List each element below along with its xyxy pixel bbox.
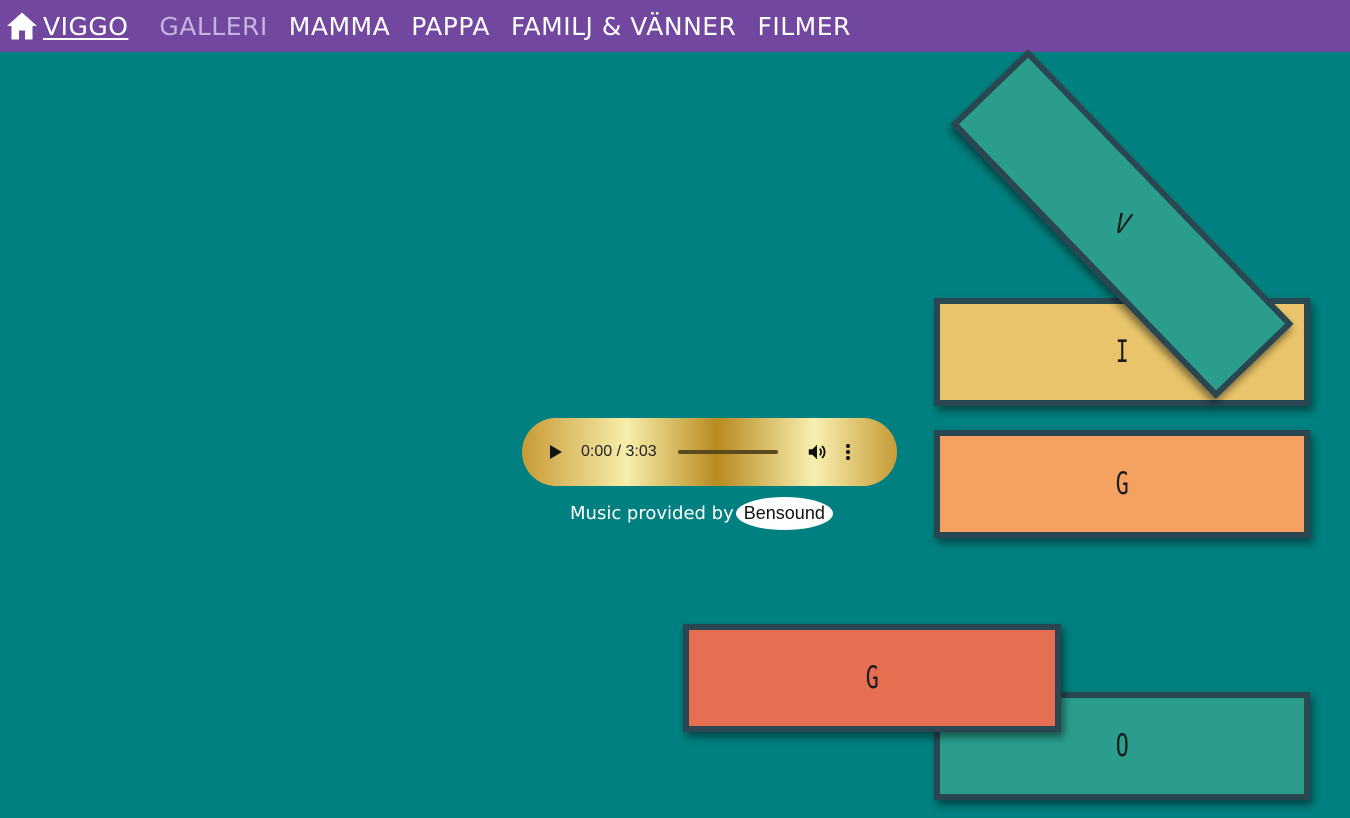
letter-o: O xyxy=(1115,728,1129,764)
volume-icon[interactable] xyxy=(806,441,828,463)
nav-item-mamma[interactable]: MAMMA xyxy=(289,12,390,41)
letter-block-g-lower[interactable]: G xyxy=(683,624,1061,732)
letter-v: V xyxy=(1107,207,1137,241)
play-icon[interactable] xyxy=(550,445,562,459)
letter-g: G xyxy=(1115,466,1129,502)
music-credit: Music provided by Bensound xyxy=(570,497,833,530)
home-link[interactable] xyxy=(4,8,40,44)
letter-block-g-upper[interactable]: G xyxy=(934,430,1310,538)
top-navbar: VIGGO GALLERI MAMMA PAPPA FAMILJ & VÄNNE… xyxy=(0,0,1350,52)
home-icon xyxy=(7,12,37,40)
audio-player[interactable]: 0:00 / 3:03 xyxy=(522,418,897,486)
bensound-link[interactable]: Bensound xyxy=(735,497,833,530)
letter-i: I xyxy=(1115,334,1129,370)
audio-progress-slider[interactable] xyxy=(677,450,778,454)
nav-item-filmer[interactable]: FILMER xyxy=(757,12,850,41)
nav-item-pappa[interactable]: PAPPA xyxy=(411,12,490,41)
audio-time: 0:00 / 3:03 xyxy=(581,443,657,460)
nav-item-galleri[interactable]: GALLERI xyxy=(159,12,267,41)
nav-item-familj-vanner[interactable]: FAMILJ & VÄNNER xyxy=(511,12,737,41)
nav-brand-viggo[interactable]: VIGGO xyxy=(43,12,128,41)
more-options-icon[interactable] xyxy=(845,442,850,462)
letter-g: G xyxy=(865,660,879,696)
credit-text: Music provided by xyxy=(570,503,734,524)
